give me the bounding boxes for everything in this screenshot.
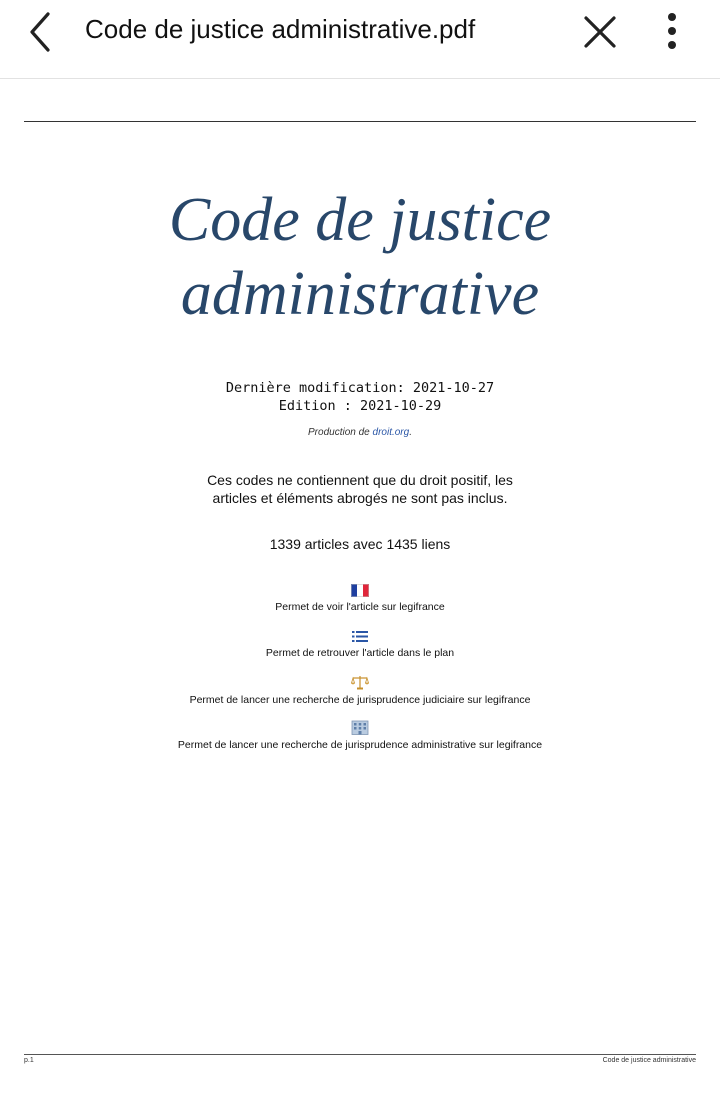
production-credit: Production de droit.org. [0, 427, 720, 438]
list-icon [352, 631, 368, 642]
scales-of-justice-icon [351, 676, 369, 690]
document-title-line-2: administrative [180, 260, 540, 328]
article-count: 1339 articles avec 1435 liens [269, 536, 451, 552]
close-button[interactable] [580, 12, 620, 52]
document-title-line-1: Code de justice [168, 186, 552, 254]
legend-text: Permet de retrouver l'article dans le pl… [265, 647, 455, 659]
chevron-left-icon [30, 12, 50, 52]
more-options-button[interactable] [660, 10, 684, 54]
legend-text: Permet de lancer une recherche de jurisp… [189, 694, 531, 706]
legend-item-judiciaire: Permet de lancer une recherche de jurisp… [0, 675, 720, 706]
footer-document-name: Code de justice administrative [602, 1057, 696, 1064]
french-flag-icon [351, 584, 369, 597]
document-title: Code de justice administrative [0, 183, 720, 331]
app-bar: Code de justice administrative.pdf [0, 0, 720, 79]
legend-item-plan: Permet de retrouver l'article dans le pl… [0, 630, 720, 659]
droit-org-link[interactable]: droit.org [373, 427, 410, 438]
legend-item-administrative: Permet de lancer une recherche de jurisp… [0, 720, 720, 751]
page-number: p.1 [24, 1057, 34, 1064]
pdf-page[interactable]: Code de justice administrative Dernière … [0, 79, 720, 1095]
intro-line-2: articles et éléments abrogés ne sont pas… [212, 490, 508, 506]
legend-text: Permet de lancer une recherche de jurisp… [177, 739, 543, 751]
top-divider [24, 121, 696, 122]
document-filename: Code de justice administrative.pdf [85, 14, 476, 44]
more-vertical-icon [668, 13, 676, 49]
production-prefix: Production de [308, 427, 373, 438]
back-button[interactable] [22, 10, 62, 54]
last-modified-text: Dernière modification: 2021-10-27 [225, 380, 495, 396]
document-meta: Dernière modification: 2021-10-27 Editio… [0, 379, 720, 415]
intro-line-1: Ces codes ne contiennent que du droit po… [207, 472, 513, 488]
bottom-divider [24, 1054, 696, 1055]
building-icon [351, 720, 369, 735]
close-icon [584, 16, 616, 48]
legend-text: Permet de voir l'article sur legifrance [275, 601, 445, 613]
intro-paragraph: Ces codes ne contiennent que du droit po… [0, 471, 720, 507]
legend-item-legifrance: Permet de voir l'article sur legifrance [0, 584, 720, 613]
production-suffix: . [409, 427, 412, 438]
edition-text: Edition : 2021-10-29 [278, 398, 442, 414]
